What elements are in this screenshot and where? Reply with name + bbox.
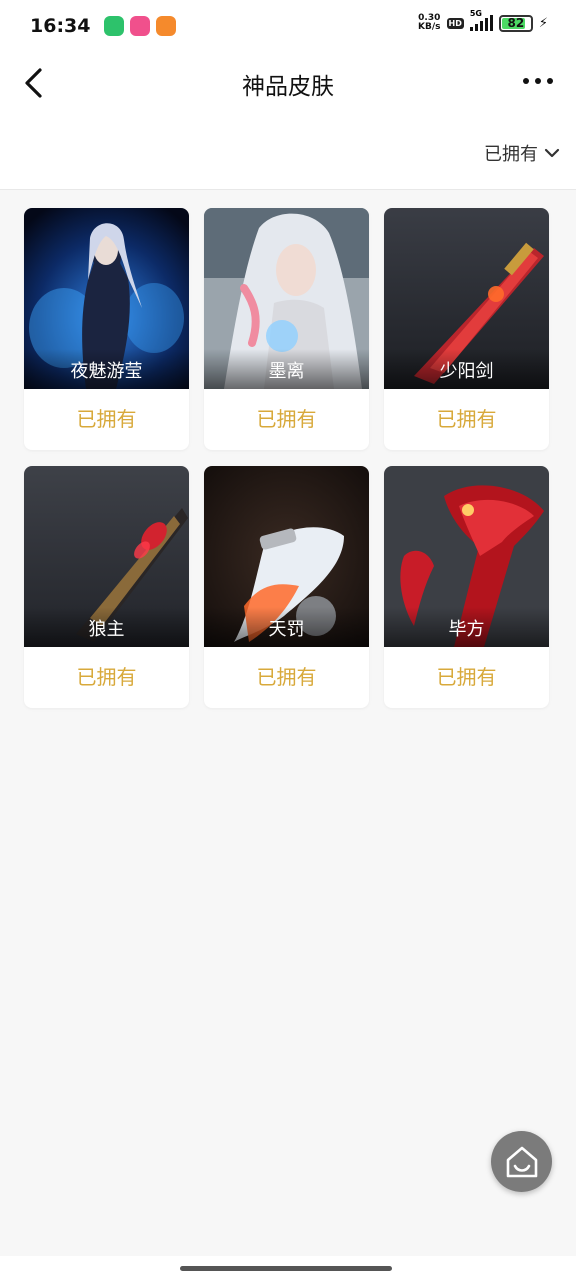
app-icon-pink bbox=[130, 16, 151, 36]
signal-icon: 5G bbox=[469, 9, 493, 31]
wechat-icon bbox=[104, 16, 125, 36]
skin-card[interactable]: 天罚 已拥有 bbox=[204, 466, 369, 708]
skin-image: 少阳剑 bbox=[384, 208, 549, 389]
skin-image: 夜魅游莹 bbox=[24, 208, 189, 389]
owned-status: 已拥有 bbox=[256, 665, 317, 689]
filter-label: 已拥有 bbox=[484, 144, 538, 165]
page-title: 神品皮肤 bbox=[242, 74, 334, 100]
skin-name: 墨离 bbox=[204, 349, 369, 389]
status-time: 16:34 bbox=[30, 15, 91, 37]
skin-card[interactable]: 夜魅游莹 已拥有 bbox=[24, 208, 189, 450]
skin-name: 毕方 bbox=[384, 607, 549, 647]
battery-icon: 82 bbox=[498, 14, 533, 32]
app-icon-orange bbox=[156, 16, 177, 36]
more-icon[interactable] bbox=[522, 72, 554, 90]
home-indicator[interactable] bbox=[180, 1266, 392, 1271]
skin-name: 少阳剑 bbox=[384, 349, 549, 389]
header: 神品皮肤 bbox=[0, 52, 576, 114]
skin-image: 天罚 bbox=[204, 466, 369, 647]
skin-card[interactable]: 墨离 已拥有 bbox=[204, 208, 369, 450]
skin-grid: 夜魅游莹 已拥有 墨离 已拥有 少阳剑 已拥有 狼主 已拥有 天罚 已拥有 毕方… bbox=[24, 208, 552, 708]
skin-name: 夜魅游莹 bbox=[24, 349, 189, 389]
status-bar: 16:34 0.30 KB/s HD 5G 82 ⚡ bbox=[0, 0, 576, 52]
hd-icon: HD bbox=[446, 17, 464, 29]
skin-card[interactable]: 少阳剑 已拥有 bbox=[384, 208, 549, 450]
owned-status: 已拥有 bbox=[436, 665, 497, 689]
network-speed: 0.30 KB/s bbox=[418, 13, 441, 32]
system-nav-bar bbox=[0, 1256, 576, 1280]
owned-status: 已拥有 bbox=[256, 407, 317, 431]
home-icon bbox=[506, 1146, 537, 1177]
home-button[interactable] bbox=[491, 1131, 552, 1192]
skin-image: 毕方 bbox=[384, 466, 549, 647]
skin-name: 狼主 bbox=[24, 607, 189, 647]
chevron-down-icon bbox=[544, 148, 560, 158]
filter-bar: 已拥有 bbox=[0, 114, 576, 190]
charging-icon: ⚡ bbox=[538, 15, 548, 31]
skin-image: 狼主 bbox=[24, 466, 189, 647]
status-icons: 0.30 KB/s HD 5G 82 ⚡ bbox=[418, 9, 548, 32]
skin-card[interactable]: 狼主 已拥有 bbox=[24, 466, 189, 708]
owned-status: 已拥有 bbox=[436, 407, 497, 431]
owned-filter-dropdown[interactable]: 已拥有 bbox=[484, 140, 560, 166]
owned-status: 已拥有 bbox=[76, 407, 137, 431]
owned-status: 已拥有 bbox=[76, 665, 137, 689]
skin-image: 墨离 bbox=[204, 208, 369, 389]
skin-name: 天罚 bbox=[204, 607, 369, 647]
skin-card[interactable]: 毕方 已拥有 bbox=[384, 466, 549, 708]
